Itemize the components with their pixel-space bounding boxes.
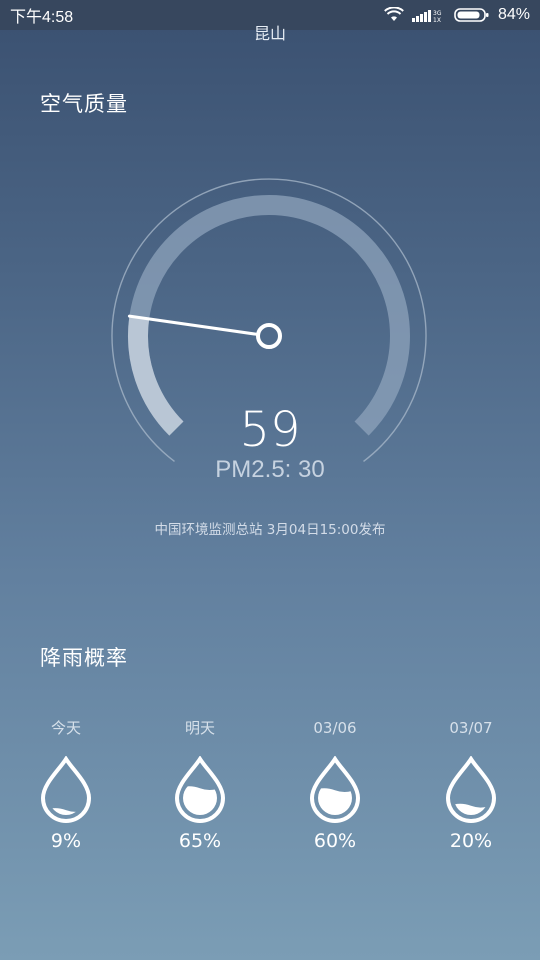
- rain-day-percent: 65%: [178, 830, 222, 852]
- rain-day-label: 明天: [184, 719, 215, 737]
- rain-forecast-row: 今天 9% 明天 65% 03/06 60% 03/07 20%: [0, 716, 540, 876]
- rain-day-label: 今天: [50, 719, 81, 737]
- gauge-pivot: [256, 323, 282, 349]
- rain-day: 03/06 60%: [285, 716, 385, 852]
- gauge-needle: [127, 314, 260, 336]
- pm25-value: PM2.5: 30: [215, 456, 325, 483]
- svg-text:3G: 3G: [433, 10, 442, 17]
- rain-probability-title: 降雨概率: [40, 646, 128, 670]
- raindrop-icon: [174, 756, 226, 823]
- aqi-source-note: 中国环境监测总站 3月04日15:00发布: [154, 522, 386, 538]
- rain-day-label: 03/06: [313, 719, 357, 737]
- city-name[interactable]: 昆山: [0, 20, 540, 44]
- rain-day-percent: 20%: [449, 830, 493, 852]
- air-quality-title: 空气质量: [40, 92, 128, 116]
- aqi-value: 59: [239, 402, 301, 458]
- gauge-track: [128, 195, 410, 436]
- raindrop-icon: [309, 756, 361, 823]
- rain-day-percent: 9%: [50, 830, 82, 852]
- rain-day: 今天 9%: [16, 716, 116, 852]
- rain-day: 03/07 20%: [421, 716, 521, 852]
- rain-day-label: 03/07: [449, 719, 493, 737]
- rain-day-percent: 60%: [313, 830, 357, 852]
- rain-day: 明天 65%: [150, 716, 250, 852]
- raindrop-icon: [445, 756, 497, 823]
- raindrop-icon: [40, 756, 92, 823]
